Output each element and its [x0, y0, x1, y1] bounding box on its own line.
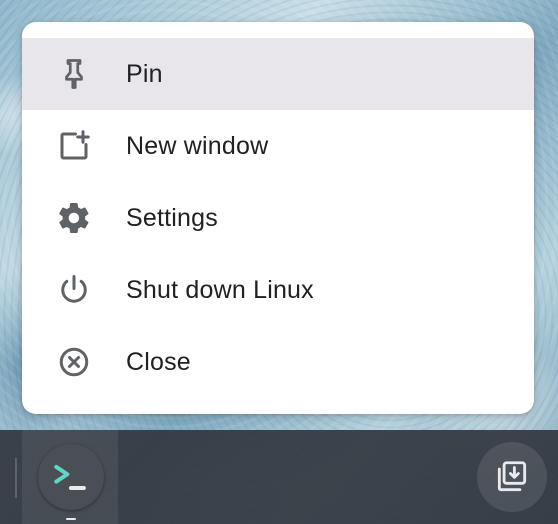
- terminal-app-button[interactable]: [38, 444, 104, 510]
- holding-space-button[interactable]: [477, 442, 547, 512]
- menu-item-label: Close: [126, 347, 191, 376]
- menu-item-settings[interactable]: Settings: [22, 182, 534, 254]
- menu-item-label: Shut down Linux: [126, 275, 314, 304]
- power-icon: [56, 272, 92, 308]
- app-context-menu: Pin New window Settings Shut down Linux: [22, 22, 534, 414]
- shelf: [0, 430, 558, 524]
- holding-space-icon: [493, 458, 531, 496]
- menu-item-pin[interactable]: Pin: [22, 38, 534, 110]
- new-window-icon: [56, 128, 92, 164]
- close-circle-icon: [56, 344, 92, 380]
- menu-item-close[interactable]: Close: [22, 326, 534, 398]
- menu-item-label: Settings: [126, 203, 218, 232]
- menu-item-label: Pin: [126, 59, 163, 88]
- shelf-divider: [15, 458, 17, 498]
- menu-item-label: New window: [126, 131, 269, 160]
- menu-item-shut-down-linux[interactable]: Shut down Linux: [22, 254, 534, 326]
- running-indicator: [66, 518, 76, 520]
- pin-icon: [56, 56, 92, 92]
- menu-item-new-window[interactable]: New window: [22, 110, 534, 182]
- terminal-icon: [49, 455, 93, 499]
- gear-icon: [56, 200, 92, 236]
